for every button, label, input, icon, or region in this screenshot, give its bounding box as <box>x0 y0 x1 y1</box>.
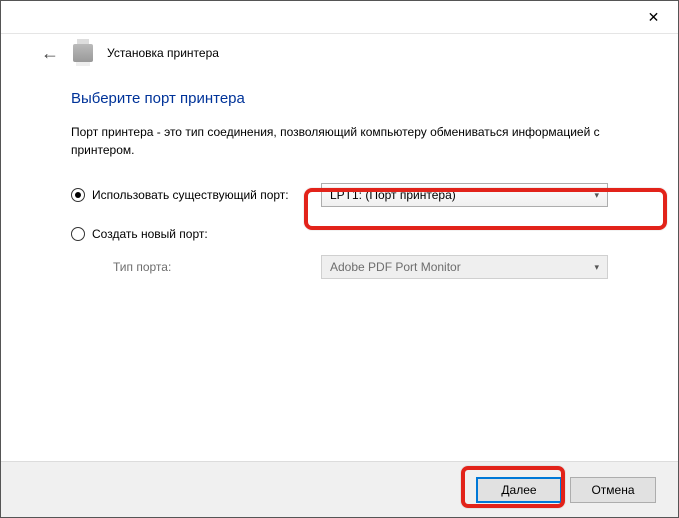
page-heading: Выберите порт принтера <box>71 90 608 107</box>
close-button[interactable]: ✕ <box>631 2 676 32</box>
content-area: Выберите порт принтера Порт принтера - э… <box>1 72 678 279</box>
port-type-label: Тип порта: <box>71 260 321 274</box>
port-type-row: Тип порта: Adobe PDF Port Monitor ▾ <box>71 255 608 279</box>
page-description: Порт принтера - это тип соединения, позв… <box>71 123 608 159</box>
wizard-title: Установка принтера <box>107 46 219 60</box>
port-type-select: Adobe PDF Port Monitor ▾ <box>321 255 608 279</box>
radio-icon <box>71 227 85 241</box>
chevron-down-icon: ▾ <box>594 190 599 201</box>
cancel-button[interactable]: Отмена <box>570 477 656 503</box>
radio-use-existing[interactable]: Использовать существующий порт: <box>71 188 321 202</box>
footer: Далее Отмена <box>1 461 678 517</box>
titlebar: ✕ <box>1 1 678 33</box>
select-value: LPT1: (Порт принтера) <box>330 188 456 202</box>
radio-label: Использовать существующий порт: <box>92 188 289 202</box>
printer-icon <box>73 44 93 62</box>
option-new-row: Создать новый порт: <box>71 227 608 241</box>
radio-label: Создать новый порт: <box>92 227 208 241</box>
chevron-down-icon: ▾ <box>594 262 599 273</box>
radio-icon <box>71 188 85 202</box>
back-button[interactable]: ← <box>41 44 59 62</box>
next-button[interactable]: Далее <box>476 477 562 503</box>
radio-create-new[interactable]: Создать новый порт: <box>71 227 321 241</box>
select-value: Adobe PDF Port Monitor <box>330 260 461 274</box>
option-existing-row: Использовать существующий порт: LPT1: (П… <box>71 183 608 207</box>
existing-port-select[interactable]: LPT1: (Порт принтера) ▾ <box>321 183 608 207</box>
wizard-header: ← Установка принтера <box>1 34 678 72</box>
